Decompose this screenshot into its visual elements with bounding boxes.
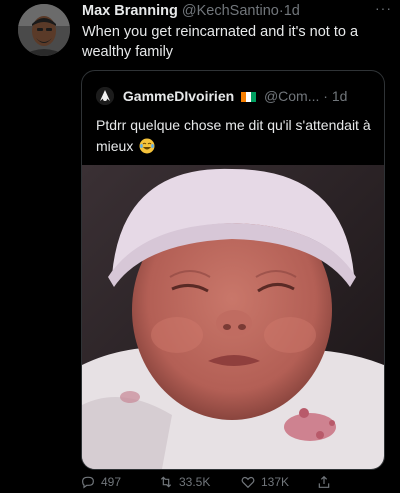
tweet-time[interactable]: 1d: [284, 3, 300, 19]
quoted-tweet-time[interactable]: 1d: [332, 88, 348, 104]
user-avatar-icon: [18, 4, 70, 56]
tweet-text: When you get reincarnated and it's not t…: [82, 24, 359, 60]
quoted-tweet-text: Ptdrr quelque chose me dit qu'il s'atten…: [96, 117, 371, 154]
tweet-header: Max Branning @KechSantino·1d ···: [82, 0, 392, 23]
quoted-time-separator: ·: [323, 88, 328, 104]
retweet-button[interactable]: 33.5K: [158, 474, 210, 490]
quoted-author-name[interactable]: GammeDIvoirien: [123, 88, 234, 104]
quoted-author-avatar[interactable]: [96, 87, 114, 105]
quoted-avatar-icon: [96, 87, 114, 105]
quoted-tweet-header: GammeDIvoirien @Com... · 1d: [96, 87, 374, 107]
tweet[interactable]: Max Branning @KechSantino·1d ··· When yo…: [0, 0, 400, 493]
newborn-baby-photo[interactable]: [82, 165, 384, 469]
quoted-tweet[interactable]: GammeDIvoirien @Com... · 1d Ptdrr quelqu…: [81, 70, 385, 470]
like-button[interactable]: 137K: [240, 474, 289, 490]
heart-icon: [241, 476, 255, 489]
quoted-author-handle[interactable]: @Com...: [264, 88, 319, 104]
author-avatar[interactable]: [18, 4, 70, 56]
ivory-coast-flag-icon: [241, 92, 257, 102]
retweet-icon: [160, 476, 172, 488]
retweet-count: 33.5K: [179, 475, 211, 489]
more-options-button[interactable]: ···: [375, 0, 392, 16]
reply-count: 497: [101, 475, 122, 489]
share-button[interactable]: [316, 474, 332, 490]
crying-laughing-face-icon: [139, 138, 155, 154]
like-count: 137K: [261, 475, 290, 489]
author-handle[interactable]: @KechSantino: [182, 3, 279, 19]
author-name[interactable]: Max Branning: [82, 3, 178, 19]
reply-button[interactable]: 497: [80, 474, 121, 490]
reply-icon: [82, 476, 94, 489]
quoted-tweet-text-block: Ptdrr quelque chose me dit qu'il s'atten…: [96, 115, 371, 157]
share-icon: [318, 475, 330, 488]
tweet-actions: 497 33.5K 137K: [80, 474, 380, 492]
